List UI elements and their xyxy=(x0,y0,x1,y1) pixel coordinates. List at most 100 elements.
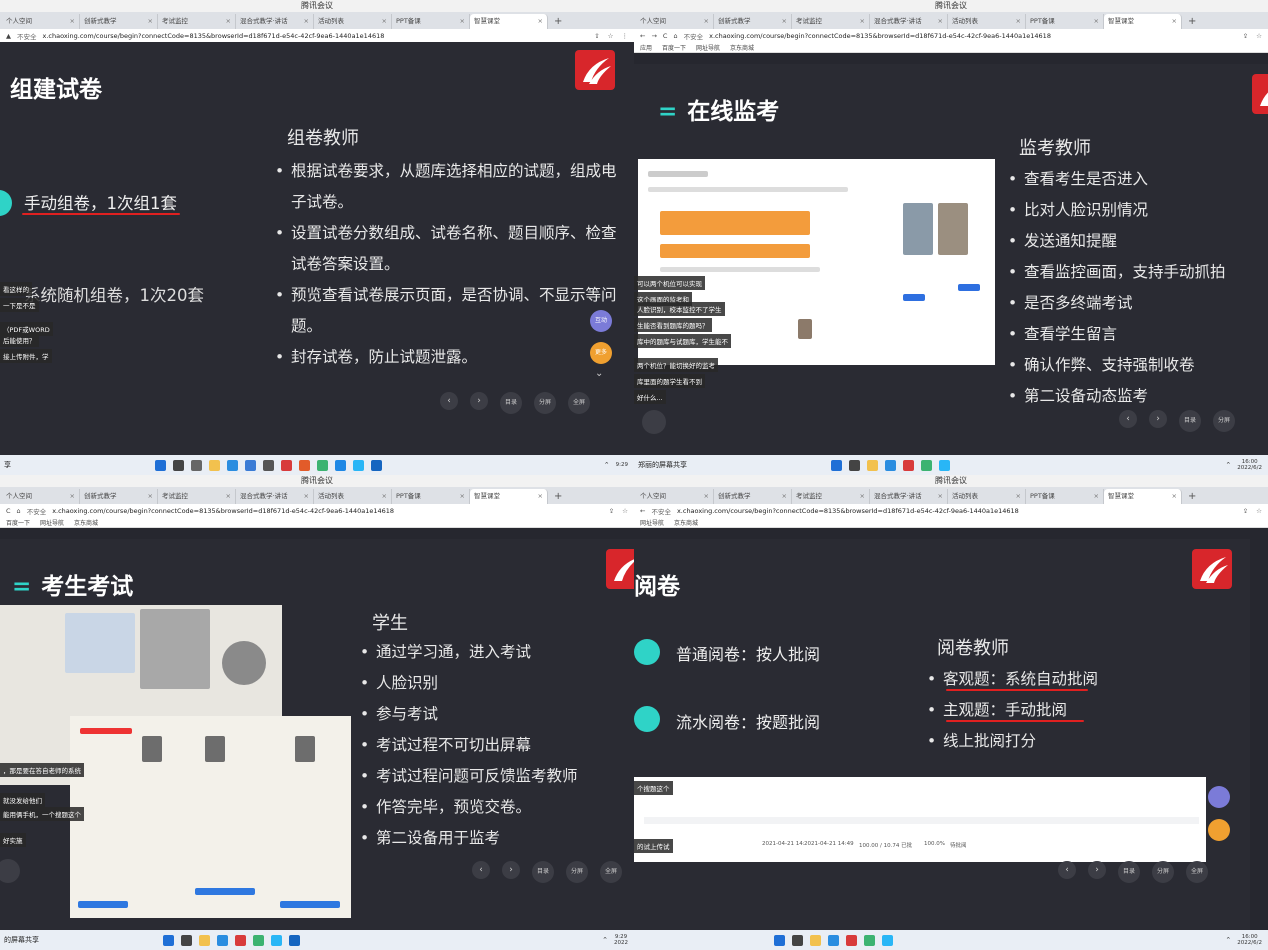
bookmark-baidu[interactable]: 百度一下 xyxy=(662,43,686,52)
chrome-icon[interactable] xyxy=(864,934,875,946)
bookmark-jd[interactable]: 京东商城 xyxy=(674,518,698,527)
forward-icon[interactable]: → xyxy=(651,32,656,40)
tab-personal[interactable]: 个人空间 × xyxy=(636,14,714,29)
chrome-icon[interactable] xyxy=(253,934,264,946)
folder-icon[interactable] xyxy=(209,459,220,471)
tab-exam-monitor[interactable]: 考试监控 × xyxy=(792,14,870,29)
app-icon[interactable] xyxy=(335,459,346,471)
back-icon[interactable]: ← xyxy=(640,32,645,40)
tab-activity[interactable]: 活动列表 × xyxy=(948,489,1026,504)
bookmark-nav[interactable]: 网址导航 xyxy=(640,518,664,527)
edge-icon[interactable] xyxy=(217,934,228,946)
tab-smart-class[interactable]: 智慧课堂 × xyxy=(470,14,548,29)
catalog-button[interactable]: 目录 xyxy=(1179,410,1201,432)
tab-personal[interactable]: 个人空间 × xyxy=(636,489,714,504)
windows-icon[interactable] xyxy=(163,934,174,946)
store-icon[interactable] xyxy=(245,459,256,471)
tab-smart-class[interactable]: 智慧课堂 × xyxy=(470,489,548,504)
app-icon[interactable] xyxy=(281,459,292,471)
close-icon[interactable]: × xyxy=(460,14,465,29)
close-icon[interactable]: × xyxy=(304,489,309,504)
next-slide-button[interactable]: › xyxy=(1149,410,1167,428)
close-icon[interactable]: × xyxy=(1094,489,1099,504)
catalog-button[interactable]: 目录 xyxy=(1118,861,1140,883)
folder-icon[interactable] xyxy=(810,934,821,946)
new-tab-icon[interactable]: + xyxy=(548,14,568,29)
wifi-icon[interactable]: ⌃ xyxy=(602,936,608,944)
close-icon[interactable]: × xyxy=(1094,14,1099,29)
address-bar[interactable]: ← 不安全 x.chaoxing.com/course/begin?connec… xyxy=(634,504,1268,517)
prev-slide-button[interactable]: ‹ xyxy=(1058,861,1076,879)
split-button[interactable]: 分屏 xyxy=(566,861,588,883)
catalog-button[interactable]: 目录 xyxy=(500,392,522,414)
word-icon[interactable] xyxy=(371,459,382,471)
close-icon[interactable]: × xyxy=(704,14,709,29)
star-icon[interactable]: ☆ xyxy=(1256,507,1262,515)
bookmark-nav[interactable]: 网址导航 xyxy=(696,43,720,52)
home-icon[interactable]: ⌂ xyxy=(17,507,21,515)
close-icon[interactable]: × xyxy=(70,14,75,29)
fullscreen-button[interactable]: 全屏 xyxy=(568,392,590,414)
close-icon[interactable]: × xyxy=(860,489,865,504)
bookmark-nav[interactable]: 网址导航 xyxy=(40,518,64,527)
close-icon[interactable]: × xyxy=(382,14,387,29)
url-text[interactable]: x.chaoxing.com/course/begin?connectCode=… xyxy=(677,507,1019,515)
close-icon[interactable]: × xyxy=(938,14,943,29)
new-tab-icon[interactable]: + xyxy=(1182,14,1202,29)
bookmark-jd[interactable]: 京东商城 xyxy=(730,43,754,52)
search-icon[interactable] xyxy=(173,459,184,471)
close-icon[interactable]: × xyxy=(1172,489,1177,504)
tab-innovative[interactable]: 创新式教学 × xyxy=(80,489,158,504)
close-icon[interactable]: × xyxy=(704,489,709,504)
url-text[interactable]: x.chaoxing.com/course/begin?connectCode=… xyxy=(43,32,385,40)
close-icon[interactable]: × xyxy=(1016,489,1021,504)
close-icon[interactable]: × xyxy=(304,14,309,29)
tab-ppt[interactable]: PPT备课 × xyxy=(1026,489,1104,504)
folder-icon[interactable] xyxy=(199,934,210,946)
taskview-icon[interactable] xyxy=(191,459,202,471)
tab-ppt[interactable]: PPT备课 × xyxy=(392,14,470,29)
prev-slide-button[interactable]: ‹ xyxy=(472,861,490,879)
address-bar[interactable]: ▲ 不安全 x.chaoxing.com/course/begin?connec… xyxy=(0,29,634,42)
close-icon[interactable]: × xyxy=(938,489,943,504)
prev-slide-button[interactable]: ‹ xyxy=(440,392,458,410)
app-icon[interactable] xyxy=(299,459,310,471)
split-button[interactable]: 分屏 xyxy=(1213,410,1235,432)
close-icon[interactable]: × xyxy=(226,14,231,29)
split-button[interactable]: 分屏 xyxy=(1152,861,1174,883)
share-icon[interactable]: ⇪ xyxy=(609,507,614,515)
tab-exam-monitor[interactable]: 考试监控 × xyxy=(792,489,870,504)
address-bar[interactable]: C ⌂ 不安全 x.chaoxing.com/course/begin?conn… xyxy=(0,504,634,517)
app-icon[interactable] xyxy=(263,459,274,471)
more-button[interactable] xyxy=(1208,819,1230,841)
interact-button[interactable] xyxy=(1208,786,1230,808)
catalog-button[interactable]: 目录 xyxy=(532,861,554,883)
chat-toggle-icon[interactable] xyxy=(0,859,20,883)
tab-personal[interactable]: 个人空间 × xyxy=(2,489,80,504)
tab-innovative[interactable]: 创新式教学 × xyxy=(80,14,158,29)
share-icon[interactable]: ⇪ xyxy=(1243,507,1248,515)
search-icon[interactable] xyxy=(181,934,192,946)
tab-activity[interactable]: 活动列表 × xyxy=(314,489,392,504)
close-icon[interactable]: × xyxy=(860,14,865,29)
tab-exam-monitor[interactable]: 考试监控 × xyxy=(158,489,236,504)
app-icon[interactable] xyxy=(903,459,914,471)
app-icon[interactable] xyxy=(235,934,246,946)
search-icon[interactable] xyxy=(792,934,803,946)
star-icon[interactable]: ☆ xyxy=(1256,32,1262,40)
wifi-icon[interactable]: ⌃ xyxy=(604,461,610,469)
tab-smart-class[interactable]: 智慧课堂 × xyxy=(1104,489,1182,504)
new-tab-icon[interactable]: + xyxy=(548,489,568,504)
tab-exam-monitor[interactable]: 考试监控 × xyxy=(158,14,236,29)
url-text[interactable]: x.chaoxing.com/course/begin?connectCode=… xyxy=(709,32,1051,40)
folder-icon[interactable] xyxy=(867,459,878,471)
tab-activity[interactable]: 活动列表 × xyxy=(948,14,1026,29)
wifi-icon[interactable]: ⌃ xyxy=(1225,461,1231,469)
app-icon[interactable] xyxy=(882,934,893,946)
app-icon[interactable] xyxy=(846,934,857,946)
tab-ppt[interactable]: PPT备课 × xyxy=(1026,14,1104,29)
close-icon[interactable]: × xyxy=(70,489,75,504)
tab-blended[interactable]: 混合式教学·讲话 × xyxy=(236,14,314,29)
close-icon[interactable]: × xyxy=(148,489,153,504)
star-icon[interactable]: ☆ xyxy=(608,32,614,40)
